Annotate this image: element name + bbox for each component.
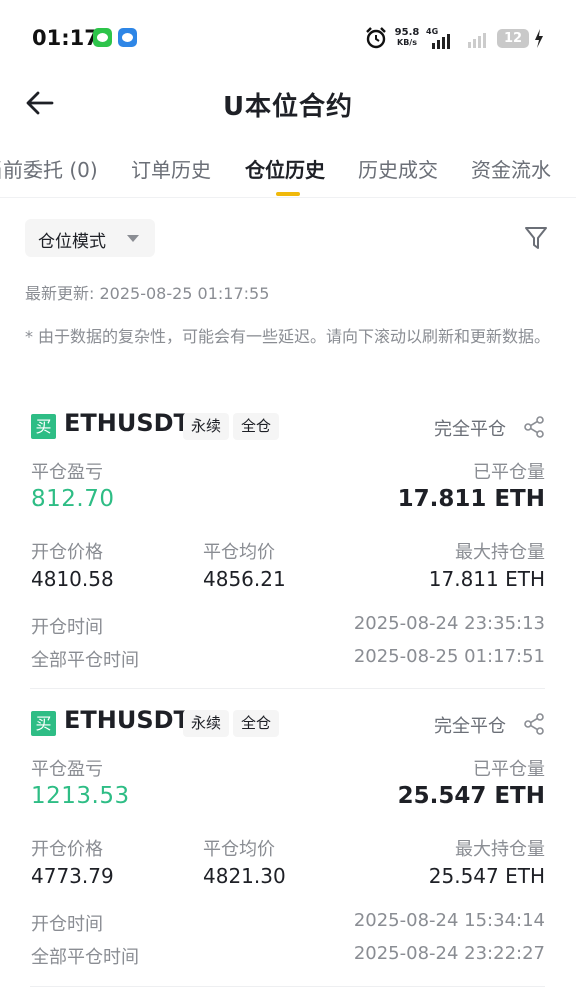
share-icon[interactable] (522, 712, 546, 736)
avg-close-price-value: 4856.21 (203, 567, 286, 591)
position-mode-dropdown[interactable]: 仓位模式 (25, 219, 155, 257)
active-tab-indicator (276, 192, 300, 196)
closed-qty-value: 25.547 ETH (397, 783, 545, 809)
margin-mode-tag: 全仓 (233, 413, 280, 440)
pnl-value: 812.70 (31, 486, 115, 512)
caret-down-icon (127, 235, 139, 242)
tab-transaction-history[interactable]: 资金流水 (471, 154, 551, 183)
open-time-value: 2025-08-24 23:35:13 (353, 613, 545, 634)
entry-price-value: 4810.58 (31, 567, 114, 591)
app-notification-icon (118, 28, 137, 47)
closed-qty-label: 已平仓量 (473, 759, 545, 780)
delay-notice: * 由于数据的复杂性，可能会有一些延迟。请向下滚动以刷新和更新数据。 (25, 325, 555, 349)
closed-qty-label: 已平仓量 (473, 462, 545, 483)
network-speed-value: 95.8 (394, 27, 420, 38)
alarm-icon (366, 27, 386, 49)
max-hold-value: 25.547 ETH (428, 864, 545, 888)
max-hold-label: 最大持仓量 (455, 839, 545, 860)
side-badge: 买 (31, 414, 56, 439)
closed-qty-value: 17.811 ETH (397, 486, 545, 512)
close-time-value: 2025-08-24 23:22:27 (353, 943, 545, 964)
contract-type-tag: 永续 (183, 710, 230, 737)
position-card[interactable]: 买 ETHUSDT 永续 全仓 完全平仓 平仓盈亏 已平仓量 1213.53 2… (0, 697, 576, 987)
notice-marker: * (25, 327, 33, 346)
open-time-value: 2025-08-24 15:34:14 (353, 910, 545, 931)
charging-icon (535, 29, 543, 48)
position-card[interactable]: 买 ETHUSDT 永续 全仓 完全平仓 平仓盈亏 已平仓量 812.70 17… (0, 400, 576, 690)
max-hold-label: 最大持仓量 (455, 542, 545, 563)
pnl-value: 1213.53 (31, 783, 130, 809)
close-time-label: 全部平仓时间 (31, 650, 139, 671)
contract-type-tag: 永续 (183, 413, 230, 440)
close-time-label: 全部平仓时间 (31, 947, 139, 968)
entry-price-label: 开仓价格 (31, 839, 103, 860)
pnl-label: 平仓盈亏 (31, 462, 103, 483)
tab-position-history[interactable]: 仓位历史 (245, 154, 325, 183)
side-badge: 买 (31, 711, 56, 736)
secondary-signal-icon (468, 30, 490, 48)
avg-close-price-label: 平仓均价 (203, 839, 275, 860)
close-status: 完全平仓 (434, 419, 506, 440)
card-divider (30, 688, 545, 689)
status-bar: 01:17 95.8 KB/s 4G 12 (0, 0, 576, 78)
avg-close-price-label: 平仓均价 (203, 542, 275, 563)
network-speed-unit: KB/s (397, 38, 417, 47)
network-speed: 95.8 KB/s (393, 28, 421, 48)
battery-icon: 12 (497, 29, 529, 48)
avg-close-price-value: 4821.30 (203, 864, 286, 888)
tab-open-orders[interactable]: 当前委托 (0) (0, 154, 98, 183)
position-mode-label: 仓位模式 (38, 232, 106, 252)
close-time-value: 2025-08-25 01:17:51 (353, 646, 545, 667)
filter-icon[interactable] (523, 224, 549, 252)
status-time: 01:17 (32, 26, 99, 50)
open-time-label: 开仓时间 (31, 914, 103, 935)
close-status: 完全平仓 (434, 716, 506, 737)
entry-price-value: 4773.79 (31, 864, 114, 888)
max-hold-value: 17.811 ETH (428, 567, 545, 591)
tab-order-history[interactable]: 订单历史 (131, 154, 211, 183)
page-title: U本位合约 (222, 92, 354, 122)
open-time-label: 开仓时间 (31, 617, 103, 638)
margin-mode-tag: 全仓 (233, 710, 280, 737)
pnl-label: 平仓盈亏 (31, 759, 103, 780)
entry-price-label: 开仓价格 (31, 542, 103, 563)
share-icon[interactable] (522, 415, 546, 439)
signal-strength-icon: 4G (425, 27, 459, 49)
wechat-notification-icon (93, 28, 112, 47)
tab-trade-history[interactable]: 历史成交 (358, 154, 438, 183)
symbol: ETHUSDT (64, 706, 190, 734)
notice-text: 由于数据的复杂性，可能会有一些延迟。请向下滚动以刷新和更新数据。 (38, 327, 551, 346)
symbol: ETHUSDT (64, 409, 190, 437)
tab-bar: 当前委托 (0) 订单历史 仓位历史 历史成交 资金流水 (0, 148, 576, 198)
last-updated-text: 最新更新: 2025-08-25 01:17:55 (25, 284, 270, 303)
card-divider (30, 986, 545, 987)
